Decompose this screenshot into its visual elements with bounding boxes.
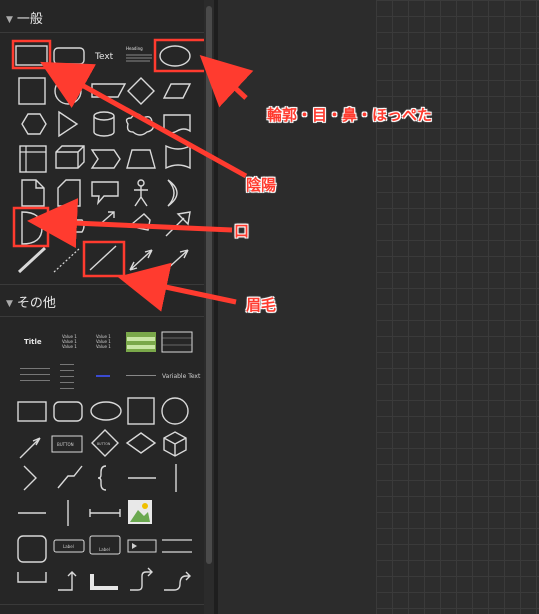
square-shape-2[interactable] [127, 397, 155, 425]
svg-text:Value 1: Value 1 [96, 344, 111, 349]
thick-elbow-shape[interactable] [90, 574, 118, 590]
section-other-title: その他 [16, 296, 56, 311]
canvas-grid [376, 0, 539, 614]
shape-sidebar: ▼ 一般 Text Heading Title Value 1 Value 1 … [0, 0, 204, 614]
dimension-line-shape[interactable] [89, 509, 121, 517]
decision-shape-label: BUTTON [97, 442, 111, 446]
card-shape[interactable] [57, 179, 81, 207]
internal-storage-shape[interactable] [19, 145, 47, 173]
curved-elbow-arrow-shape[interactable] [130, 567, 153, 591]
title-shape[interactable]: Title [24, 338, 42, 346]
annotation-label-outline: 輪郭・目・鼻・ほっぺた [267, 106, 433, 124]
arrow-shape-2[interactable] [19, 437, 41, 459]
rounded-rectangle-shape[interactable] [53, 47, 85, 65]
annotation-label-yinyang: 陰陽 [246, 176, 277, 194]
hexagon-shape[interactable] [21, 113, 47, 135]
bidirectional-arrow-shape[interactable] [129, 249, 153, 271]
document-shape[interactable] [163, 114, 191, 134]
image-shape-sun [142, 503, 148, 509]
label-shape-1-text: Label [63, 544, 74, 549]
table-shape[interactable] [161, 331, 193, 353]
dashed-line-shape[interactable] [53, 247, 81, 273]
annotation-label-mouth: 口 [234, 222, 250, 240]
trapezoid-shape[interactable] [126, 149, 156, 169]
svg-text:Value 1: Value 1 [62, 344, 77, 349]
and-gate-shape[interactable] [21, 211, 43, 245]
rounded-rectangle-shape-2[interactable] [53, 401, 83, 422]
step-connector-shape[interactable] [57, 465, 83, 489]
circle-shape-2[interactable] [161, 397, 189, 425]
actor-shape[interactable] [137, 179, 145, 187]
curly-brace-shape[interactable] [97, 465, 107, 491]
process-shape[interactable] [91, 83, 127, 98]
arrow-shape[interactable] [97, 211, 115, 227]
data-storage-shape[interactable] [56, 219, 85, 233]
line-shape[interactable] [89, 245, 117, 271]
directional-arrow-shape[interactable] [165, 249, 189, 271]
rounded-square-shape[interactable] [17, 535, 47, 563]
variable-text-shape[interactable]: Variable Text [162, 373, 201, 380]
actor-body [134, 186, 148, 207]
annotation-label-eyebrow: 眉毛 [246, 296, 277, 314]
parallelogram-shape[interactable] [162, 83, 192, 99]
step-shape[interactable] [90, 149, 121, 169]
highlight-box-rectangle [11, 39, 52, 70]
caption-text-shape[interactable] [126, 375, 156, 376]
section-other-header[interactable]: ▼ その他 [6, 292, 56, 311]
highlight-box-line [82, 240, 126, 278]
button-shape-1-label: BUTTON [57, 442, 74, 447]
square-shape[interactable] [18, 77, 46, 105]
bold-arrow-shape[interactable] [165, 211, 191, 237]
thick-line-shape[interactable] [17, 246, 47, 274]
triangle-shape[interactable] [58, 110, 79, 138]
table-row-stripe [127, 345, 155, 349]
callout-shape[interactable] [91, 181, 119, 206]
grid-text-shape[interactable] [20, 368, 50, 381]
bracket-shape[interactable] [17, 572, 47, 583]
tree-text-shape[interactable] [60, 364, 74, 389]
numbered-list-shape[interactable]: Value 1 Value 1 Value 1 [96, 334, 111, 349]
diamond-shape-2[interactable] [125, 432, 157, 454]
chevron-connector-shape[interactable] [23, 465, 37, 491]
section-divider [0, 316, 204, 317]
cube-shape[interactable] [55, 145, 85, 169]
scroll-thumb[interactable] [206, 6, 212, 564]
flexible-arrow-shape[interactable] [130, 213, 151, 231]
rectangle-shape-2[interactable] [17, 401, 47, 422]
highlight-box-ellipse [153, 38, 204, 73]
table-row-stripe [127, 337, 155, 341]
section-divider [0, 604, 204, 605]
bullet-list-shape[interactable]: Value 1 Value 1 Value 1 [62, 334, 77, 349]
cube-shape-2[interactable] [163, 431, 187, 457]
collapse-triangle-icon: ▼ [6, 299, 13, 309]
elbow-arrow-shape[interactable] [58, 571, 77, 591]
cloud-shape[interactable] [125, 113, 154, 136]
heading-shape[interactable]: Heading [126, 46, 143, 51]
cylinder-shape[interactable] [93, 111, 115, 137]
sidebar-scrollbar[interactable] [204, 0, 214, 614]
diamond-shape[interactable] [127, 77, 155, 105]
rectangle-shape[interactable] [15, 45, 48, 66]
label-shape-2-text: Label [99, 547, 110, 552]
circle-shape[interactable] [54, 77, 82, 105]
or-shape[interactable] [167, 179, 178, 207]
play-icon [132, 543, 137, 549]
curved-arrow-shape[interactable] [164, 571, 191, 591]
text-shape[interactable]: Text [94, 52, 114, 62]
note-shape[interactable] [21, 179, 45, 207]
section-divider [0, 284, 204, 285]
tape-shape[interactable] [165, 144, 191, 170]
ellipse-shape-2[interactable] [90, 401, 122, 421]
ellipse-shape[interactable] [159, 45, 191, 67]
link-shape[interactable] [96, 375, 110, 377]
